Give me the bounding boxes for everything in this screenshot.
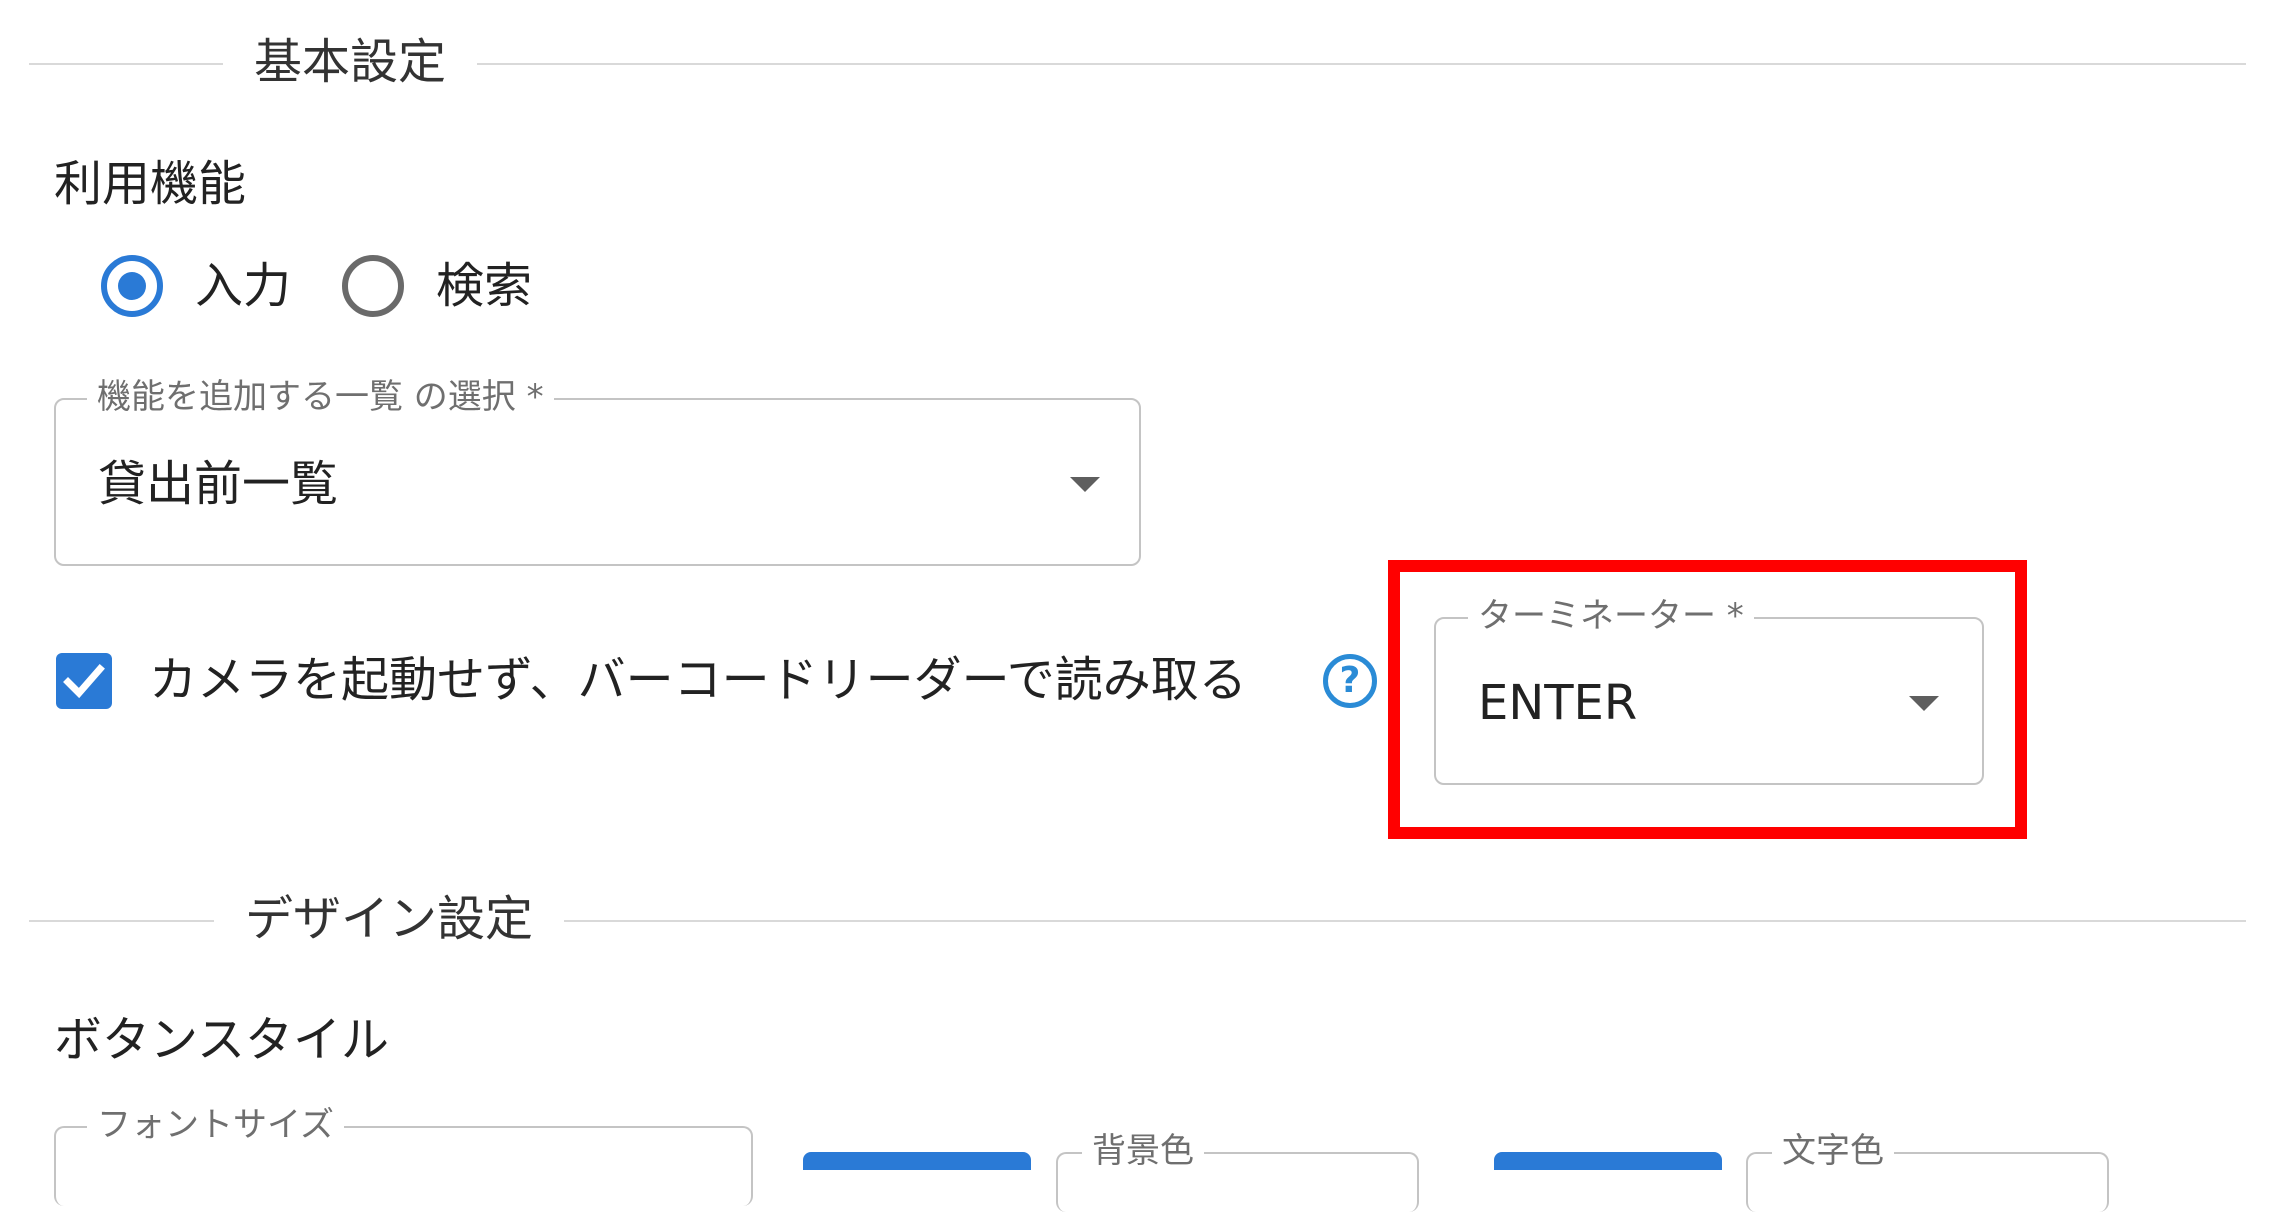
section-design-settings: デザイン設定 <box>29 887 2246 955</box>
font-size-label: フォントサイズ <box>87 1104 344 1146</box>
chevron-down-icon <box>1909 696 1939 711</box>
terminator-select[interactable]: ターミネーター * ENTER <box>1434 595 1984 785</box>
button-style-label: ボタンスタイル <box>54 1012 390 1068</box>
text-color-swatch-button[interactable] <box>1494 1152 1722 1170</box>
section-title-design: デザイン設定 <box>214 887 565 951</box>
barcode-checkbox-label[interactable]: カメラを起動せず、バーコードリーダーで読み取る <box>149 648 1247 712</box>
bg-color-label: 背景色 <box>1082 1130 1204 1172</box>
radio-search-label[interactable]: 検索 <box>436 254 532 318</box>
section-basic-settings: 基本設定 <box>29 30 2246 98</box>
bg-color-field[interactable]: 背景色 <box>1056 1130 1419 1212</box>
barcode-checkbox[interactable] <box>56 653 112 709</box>
chevron-down-icon <box>1070 477 1100 492</box>
help-icon[interactable]: ? <box>1323 654 1377 708</box>
text-color-field[interactable]: 文字色 <box>1746 1130 2109 1212</box>
feature-label: 利用機能 <box>54 156 247 212</box>
radio-input[interactable] <box>101 255 163 317</box>
terminator-select-label: ターミネーター * <box>1468 595 1754 637</box>
font-size-field[interactable]: フォントサイズ <box>54 1104 753 1206</box>
radio-search[interactable] <box>342 255 404 317</box>
list-select[interactable]: 機能を追加する一覧 の選択 * 貸出前一覧 <box>54 376 1141 566</box>
bg-color-swatch-button[interactable] <box>803 1152 1031 1170</box>
section-title-basic: 基本設定 <box>223 30 478 94</box>
check-icon <box>63 664 105 699</box>
radio-input-label[interactable]: 入力 <box>195 254 291 318</box>
text-color-label: 文字色 <box>1772 1130 1894 1172</box>
list-select-value: 貸出前一覧 <box>98 456 339 512</box>
terminator-select-value: ENTER <box>1478 675 1638 731</box>
list-select-label: 機能を追加する一覧 の選択 * <box>87 376 554 418</box>
